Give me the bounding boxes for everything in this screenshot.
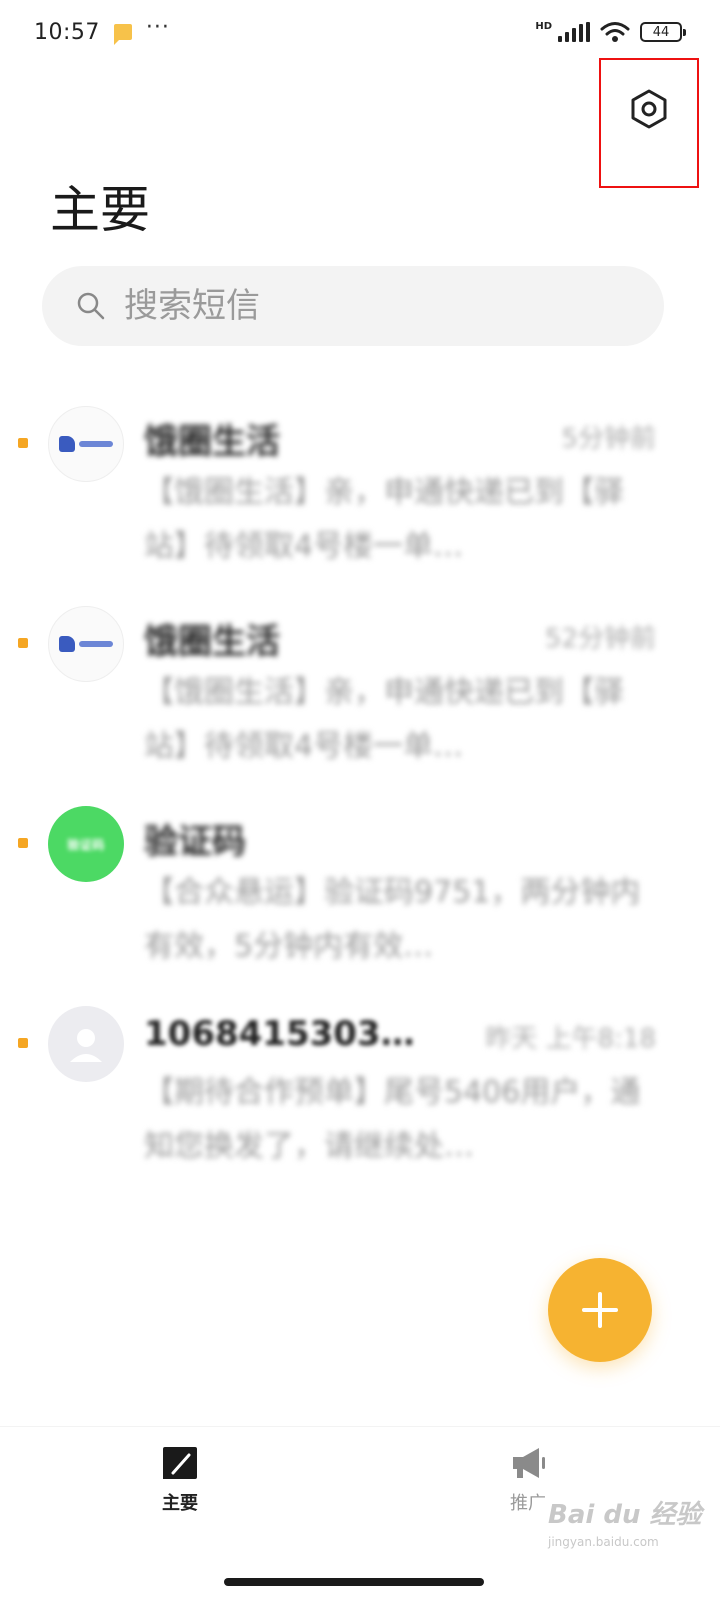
conversation-item[interactable]: 106841530351... 昨天 上午8:18 【期待合作预单】尾号5406… [0,1000,720,1200]
page-title: 主要 [50,181,150,239]
message-preview: 【合众悬运】验证码9751，两分钟内有效，5分钟内有效… [144,875,641,964]
sender-name: 验证码 [144,822,246,862]
search-bar[interactable] [42,266,664,346]
avatar [48,1006,124,1082]
megaphone-icon [513,1448,545,1478]
unread-indicator [18,1038,28,1048]
status-bar: 10:57 ··· HD 44 [0,0,720,64]
message-preview: 【饿圈生活】亲，申通快递已到【驿站】待领取4号楼一单… [144,675,624,764]
conversation-list: 饿圈生活 5分钟前 【饿圈生活】亲，申通快递已到【驿站】待领取4号楼一单… 饿圈… [0,400,720,1200]
status-right: HD 44 [535,20,686,43]
conversation-item[interactable]: 饿圈生活 52分钟前 【饿圈生活】亲，申通快递已到【驿站】待领取4号楼一单… [0,600,720,800]
avatar [48,606,124,682]
unread-indicator [18,438,28,448]
hd-label: HD [535,20,552,32]
new-message-button[interactable] [548,1258,652,1362]
battery-icon: 44 [640,22,686,42]
avatar [48,406,124,482]
sender-logo-icon [59,436,113,452]
tab-primary-label: 主要 [162,1493,198,1514]
contact-person-icon [70,1029,102,1062]
tab-primary[interactable]: 主要 [150,1445,210,1515]
avatar: 验证码 [48,806,124,882]
search-input[interactable] [124,286,604,326]
sender-name: 106841530351... [144,1014,434,1054]
message-time: 52分钟前 [544,624,656,654]
message-preview: 【饿圈生活】亲，申通快递已到【驿站】待领取4号楼一单… [144,475,624,564]
wifi-icon [600,22,630,42]
message-notification-icon [113,24,132,45]
sender-name: 饿圈生活 [144,622,280,662]
signal-icon [558,22,590,42]
unread-indicator [18,838,28,848]
message-time: 5分钟前 [561,424,656,454]
more-notifications-icon: ··· [145,15,170,40]
status-time: 10:57 [34,19,100,45]
tab-promotion-label: 推广 [510,1493,546,1514]
status-left: 10:57 ··· [34,15,170,45]
avatar-label: 验证码 [67,837,105,852]
conversation-item[interactable]: 饿圈生活 5分钟前 【饿圈生活】亲，申通快递已到【驿站】待领取4号楼一单… [0,400,720,600]
home-indicator[interactable] [224,1578,484,1586]
settings-gear-icon [631,89,667,129]
messages-screen: 10:57 ··· HD 44 主要 搜索短信 饿圈生活 5分钟前 【饿圈生活】… [0,0,720,1600]
settings-button[interactable] [599,58,699,188]
watermark: Bai du 经验 jingyan.baidu.com [548,1494,708,1568]
search-icon [77,292,105,320]
watermark-logo: Bai du 经验 [548,1500,702,1530]
unread-indicator [18,638,28,648]
sender-logo-icon [59,636,113,652]
conversation-item[interactable]: 验证码 验证码 【合众悬运】验证码9751，两分钟内有效，5分钟内有效… [0,800,720,1000]
watermark-url: jingyan.baidu.com [548,1535,659,1549]
compose-icon [163,1447,197,1479]
message-time: 昨天 上午8:18 [485,1024,656,1054]
plus-icon [582,1292,618,1328]
sender-name: 饿圈生活 [144,422,280,462]
message-preview: 【期待合作预单】尾号5406用户，通知您换发了，请继续处… [144,1075,641,1164]
